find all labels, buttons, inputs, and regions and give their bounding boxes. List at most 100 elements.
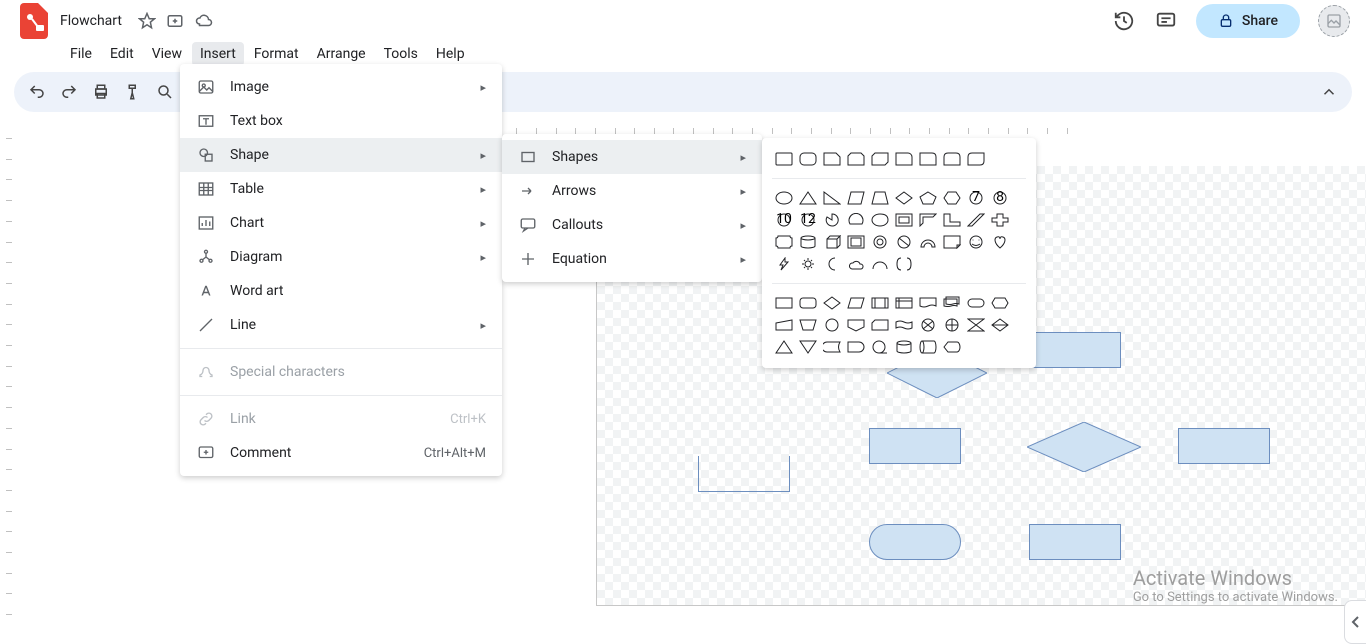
shape-diamond[interactable] (894, 189, 914, 207)
insert-textbox[interactable]: Text box (180, 104, 502, 138)
submenu-callouts[interactable]: Callouts▸ (502, 208, 762, 242)
shape-triangle[interactable] (798, 189, 818, 207)
shape-teardrop[interactable] (870, 211, 890, 229)
flowchart-punched-tape[interactable] (894, 316, 914, 334)
flowchart-document[interactable] (918, 294, 938, 312)
shape-folded-corner[interactable] (942, 233, 962, 251)
redo-icon[interactable] (60, 83, 78, 101)
star-icon[interactable] (138, 12, 156, 30)
flowchart-manual-input[interactable] (774, 316, 794, 334)
shape-rect[interactable] (1029, 332, 1121, 368)
shape-round-same[interactable] (942, 150, 962, 168)
insert-line[interactable]: Line▸ (180, 308, 502, 342)
zoom-icon[interactable] (156, 83, 174, 101)
flowchart-sort[interactable] (990, 316, 1010, 334)
history-icon[interactable] (1112, 9, 1136, 33)
shape-cube[interactable] (822, 233, 842, 251)
flowchart-card[interactable] (870, 316, 890, 334)
flowchart-collate[interactable] (966, 316, 986, 334)
shape-round-diag[interactable] (966, 150, 986, 168)
shape-lightning[interactable] (774, 255, 794, 273)
flowchart-offpage[interactable] (846, 316, 866, 334)
insert-shape[interactable]: Shape▸ (180, 138, 502, 172)
shape-plaque[interactable] (774, 233, 794, 251)
collapse-toolbar-icon[interactable] (1320, 83, 1338, 101)
flowchart-display[interactable] (942, 338, 962, 356)
shape-rect[interactable] (1029, 524, 1121, 560)
shape-parallelogram[interactable] (846, 189, 866, 207)
flowchart-sequential-access[interactable] (870, 338, 890, 356)
flowchart-merge[interactable] (798, 338, 818, 356)
insert-image[interactable]: Image▸ (180, 70, 502, 104)
shape-oval[interactable] (774, 189, 794, 207)
shape-no-symbol[interactable] (894, 233, 914, 251)
insert-wordart[interactable]: Word art (180, 274, 502, 308)
flowchart-stored-data[interactable] (822, 338, 842, 356)
shape-round-single[interactable] (918, 150, 938, 168)
submenu-shapes[interactable]: Shapes▸ (502, 140, 762, 174)
shape-chord[interactable] (846, 211, 866, 229)
flowchart-multidocument[interactable] (942, 294, 962, 312)
app-logo[interactable] (16, 3, 52, 39)
flowchart-summing[interactable] (918, 316, 938, 334)
shape-can[interactable] (798, 233, 818, 251)
submenu-arrows[interactable]: Arrows▸ (502, 174, 762, 208)
shape-rounded-rectangle[interactable] (798, 150, 818, 168)
shape-frame[interactable] (894, 211, 914, 229)
flowchart-magnetic-disk[interactable] (894, 338, 914, 356)
shape-decagon[interactable]: 10 (774, 211, 794, 229)
shape-snip-diag[interactable] (870, 150, 890, 168)
shape-heart[interactable] (990, 233, 1010, 251)
menu-file[interactable]: File (62, 42, 100, 66)
menu-format[interactable]: Format (246, 42, 307, 66)
submenu-equation[interactable]: Equation▸ (502, 242, 762, 276)
shape-rect[interactable] (1178, 428, 1270, 464)
flowchart-delay[interactable] (846, 338, 866, 356)
flowchart-decision[interactable] (822, 294, 842, 312)
shape-right-triangle[interactable] (822, 189, 842, 207)
shape-donut[interactable] (870, 233, 890, 251)
shape-cross[interactable] (990, 211, 1010, 229)
menu-insert[interactable]: Insert (192, 42, 244, 66)
print-icon[interactable] (92, 83, 110, 101)
shape-pentagon[interactable] (918, 189, 938, 207)
user-avatar[interactable] (1318, 5, 1350, 37)
flowchart-data[interactable] (846, 294, 866, 312)
flowchart-predefined[interactable] (870, 294, 890, 312)
shape-moon[interactable] (822, 255, 842, 273)
shape-bevel[interactable] (846, 233, 866, 251)
cloud-icon[interactable] (194, 12, 214, 30)
insert-comment[interactable]: CommentCtrl+Alt+M (180, 436, 502, 470)
flowchart-alternate[interactable] (798, 294, 818, 312)
insert-diagram[interactable]: Diagram▸ (180, 240, 502, 274)
insert-table[interactable]: Table▸ (180, 172, 502, 206)
menu-arrange[interactable]: Arrange (309, 42, 374, 66)
flowchart-internal-storage[interactable] (894, 294, 914, 312)
shape-cloud[interactable] (846, 255, 866, 273)
flowchart-manual-operation[interactable] (798, 316, 818, 334)
undo-icon[interactable] (28, 83, 46, 101)
shape-partial-rect[interactable] (698, 456, 790, 492)
shape-l-shape[interactable] (942, 211, 962, 229)
shape-snip-corner[interactable] (822, 150, 842, 168)
shape-trapezoid[interactable] (870, 189, 890, 207)
flowchart-terminator[interactable] (966, 294, 986, 312)
menu-tools[interactable]: Tools (376, 42, 426, 66)
shape-bracket[interactable] (894, 255, 914, 273)
shape-pie[interactable] (822, 211, 842, 229)
shape-arc[interactable] (870, 255, 890, 273)
shape-half-frame[interactable] (918, 211, 938, 229)
shape-diamond[interactable] (1027, 422, 1141, 472)
shape-rect[interactable] (869, 428, 961, 464)
shape-terminator[interactable] (869, 524, 961, 560)
side-panel-toggle[interactable] (1344, 600, 1366, 644)
paint-format-icon[interactable] (124, 83, 142, 101)
shape-snip-same[interactable] (846, 150, 866, 168)
flowchart-process[interactable] (774, 294, 794, 312)
menu-view[interactable]: View (144, 42, 190, 66)
comments-icon[interactable] (1154, 9, 1178, 33)
move-icon[interactable] (166, 12, 184, 30)
shape-octagon[interactable]: 8 (990, 189, 1010, 207)
shape-hexagon[interactable] (942, 189, 962, 207)
flowchart-connector[interactable] (822, 316, 842, 334)
